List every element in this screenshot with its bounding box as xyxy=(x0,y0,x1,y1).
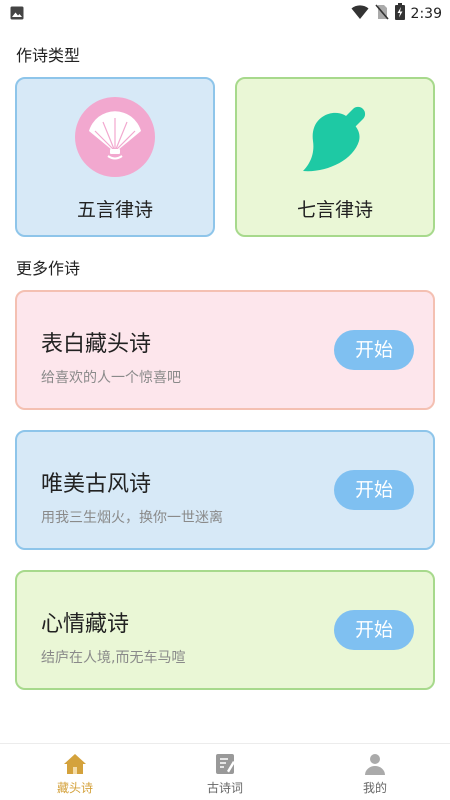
more-card-ancient-style[interactable]: 唯美古风诗 用我三生烟火，换你一世迷离 开始 xyxy=(15,430,435,550)
nav-item-classic-poems[interactable]: 古诗词 xyxy=(175,752,275,796)
nav-label: 藏头诗 xyxy=(56,781,93,795)
notebook-icon xyxy=(213,752,237,776)
person-icon xyxy=(363,752,387,776)
start-button[interactable]: 开始 xyxy=(334,470,414,510)
nav-label: 我的 xyxy=(362,781,387,795)
bottom-nav: 藏头诗 古诗词 我的 xyxy=(0,743,450,800)
nav-label: 古诗词 xyxy=(206,781,243,795)
start-button[interactable]: 开始 xyxy=(334,330,414,370)
image-icon xyxy=(10,5,24,24)
nav-item-mine[interactable]: 我的 xyxy=(325,752,425,796)
more-card-title: 表白藏头诗 xyxy=(41,332,152,357)
more-card-title: 唯美古风诗 xyxy=(41,472,152,497)
battery-charging-icon xyxy=(394,3,405,24)
poem-type-card-qiyan[interactable]: 七言律诗 xyxy=(235,77,435,237)
start-button[interactable]: 开始 xyxy=(334,610,414,650)
home-icon xyxy=(63,752,87,776)
poem-type-card-wuyan[interactable]: 五言律诗 xyxy=(15,77,215,237)
status-bar: 2:39 xyxy=(0,0,450,26)
folding-fan-icon xyxy=(75,97,155,177)
more-card-mood[interactable]: 心情藏诗 结庐在人境,而无车马喧 开始 xyxy=(15,570,435,690)
nav-item-acrostic[interactable]: 藏头诗 xyxy=(25,752,125,796)
more-card-confession[interactable]: 表白藏头诗 给喜欢的人一个惊喜吧 开始 xyxy=(15,290,435,410)
no-sim-icon xyxy=(374,3,389,24)
more-card-title: 心情藏诗 xyxy=(41,612,130,637)
poem-type-label: 七言律诗 xyxy=(296,199,373,221)
more-card-subtitle: 结庐在人境,而无车马喧 xyxy=(41,650,186,666)
more-card-subtitle: 用我三生烟火，换你一世迷离 xyxy=(41,510,223,526)
section-title-poem-types: 作诗类型 xyxy=(16,46,81,65)
status-time: 2:39 xyxy=(410,5,442,22)
poem-type-label: 五言律诗 xyxy=(76,199,153,221)
leaf-icon xyxy=(295,97,375,177)
wifi-icon xyxy=(351,4,369,24)
section-title-more-poems: 更多作诗 xyxy=(16,259,81,278)
more-card-subtitle: 给喜欢的人一个惊喜吧 xyxy=(41,370,181,386)
